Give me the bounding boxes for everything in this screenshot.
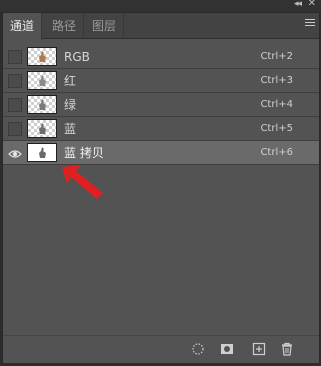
panel-titlebar: ◂◂ ✕: [0, 0, 321, 12]
visibility-toggle[interactable]: [8, 74, 22, 88]
tab-channels[interactable]: 通道: [3, 13, 43, 40]
channel-row-blue[interactable]: 蓝 Ctrl+5: [3, 117, 319, 141]
channel-list: RGB Ctrl+2 红 Ctrl+3 绿 Ctrl+4 蓝 Ctrl+5 蓝 …: [3, 45, 319, 165]
eye-icon: [8, 150, 22, 158]
channel-name: 红: [64, 74, 77, 88]
panel-menu-icon[interactable]: [305, 19, 315, 31]
save-selection-icon[interactable]: [220, 342, 234, 356]
channel-thumbnail: [27, 143, 57, 162]
channel-shortcut: Ctrl+2: [260, 51, 293, 62]
channel-name: RGB: [64, 50, 90, 64]
channel-row-green[interactable]: 绿 Ctrl+4: [3, 93, 319, 117]
channel-shortcut: Ctrl+6: [260, 147, 293, 158]
visibility-toggle[interactable]: [8, 146, 22, 160]
tab-layers[interactable]: 图层: [85, 13, 125, 39]
tab-paths[interactable]: 路径: [45, 13, 85, 39]
channel-name: 绿: [64, 98, 77, 112]
panel-tabs: 通道 路径 图层: [3, 13, 319, 40]
channel-row-red[interactable]: 红 Ctrl+3: [3, 69, 319, 93]
double-chevron-left-icon[interactable]: ◂◂: [294, 0, 302, 9]
panel-footer: [3, 335, 319, 363]
load-selection-icon[interactable]: [191, 342, 205, 356]
channel-thumbnail: [27, 71, 57, 90]
channel-shortcut: Ctrl+4: [260, 99, 293, 110]
delete-channel-icon[interactable]: [280, 342, 294, 356]
channel-thumbnail: [27, 95, 57, 114]
close-icon[interactable]: ✕: [308, 0, 316, 9]
channels-panel: 通道 路径 图层 RGB Ctrl+2 红 Ctrl+3 绿 Ctrl+4 蓝 …: [2, 12, 320, 364]
channel-row-blue-copy[interactable]: 蓝 拷贝 Ctrl+6: [3, 141, 319, 165]
new-channel-icon[interactable]: [252, 342, 266, 356]
visibility-toggle[interactable]: [8, 98, 22, 112]
channel-thumbnail: [27, 47, 57, 66]
channel-shortcut: Ctrl+5: [260, 123, 293, 134]
channel-thumbnail: [27, 119, 57, 138]
visibility-toggle[interactable]: [8, 50, 22, 64]
channel-row-rgb[interactable]: RGB Ctrl+2: [3, 45, 319, 69]
annotation-arrow-icon: [62, 165, 103, 199]
channel-name: 蓝: [64, 122, 77, 136]
channel-shortcut: Ctrl+3: [260, 75, 293, 86]
visibility-toggle[interactable]: [8, 122, 22, 136]
